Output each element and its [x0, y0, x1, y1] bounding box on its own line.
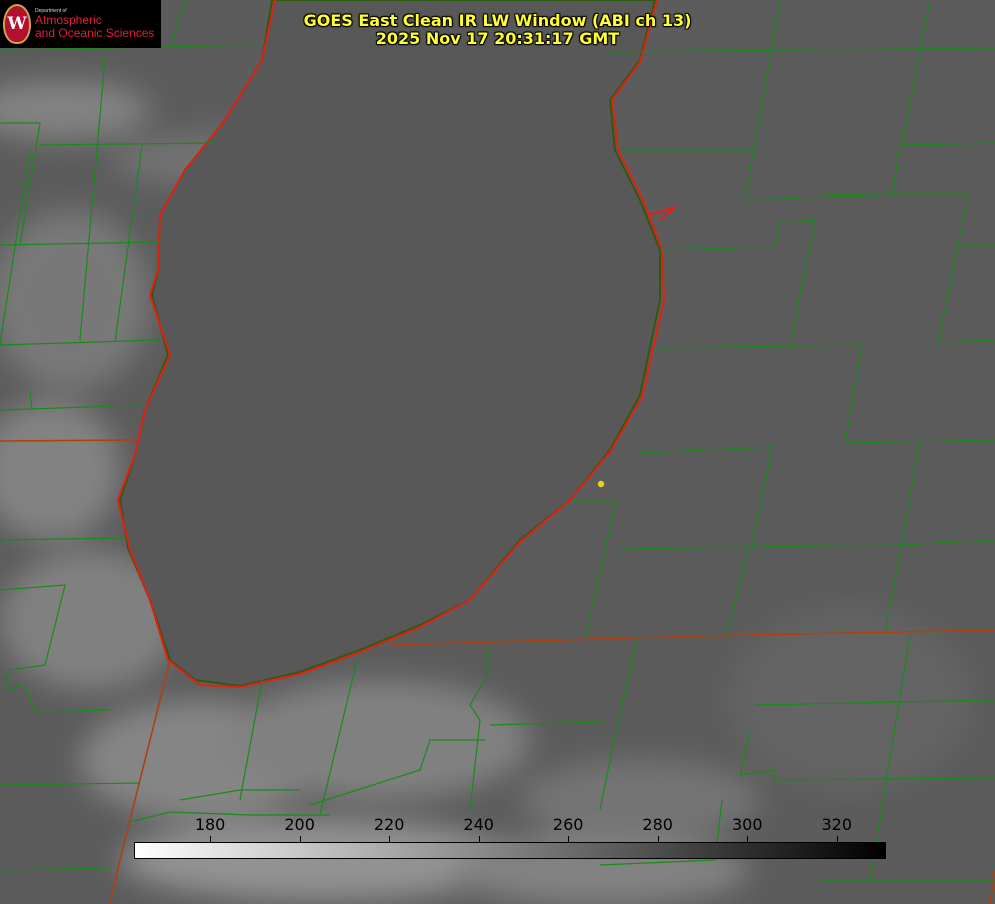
- colorbar-tick-label: 240: [463, 815, 494, 834]
- colorbar-tick-label: 300: [731, 815, 763, 834]
- colorbar-tick-label: 320: [821, 815, 853, 834]
- colorbar-tick-label: 220: [373, 815, 405, 834]
- colorbar-tick-label: 200: [284, 815, 315, 834]
- satellite-map: [0, 0, 995, 904]
- colorbar-tick-label: 180: [194, 815, 226, 834]
- station-marker: [597, 480, 605, 488]
- colorbar: [134, 842, 886, 859]
- image-timestamp: 2025 Nov 17 20:31:17 GMT: [375, 29, 620, 48]
- colorbar-tick-label: 260: [552, 815, 584, 834]
- colorbar-tick-label: 280: [642, 815, 673, 834]
- image-title: GOES East Clean IR LW Window (ABI ch 13): [303, 11, 692, 30]
